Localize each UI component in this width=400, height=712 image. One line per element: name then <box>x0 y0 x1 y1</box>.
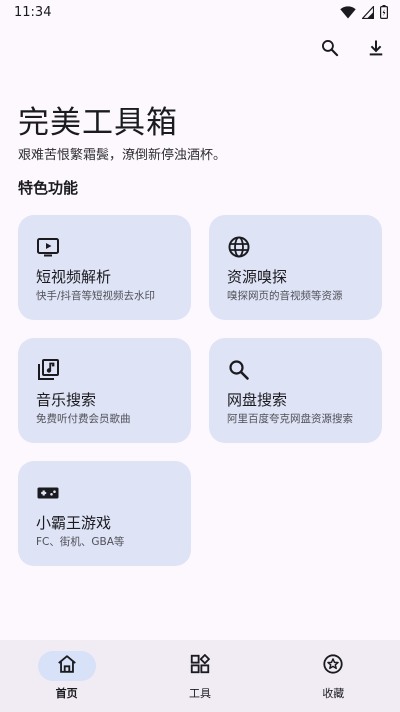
wifi-icon <box>340 5 356 19</box>
star-circle-icon <box>322 653 344 679</box>
search-button[interactable] <box>316 36 344 64</box>
card-desc: 免费听付费会员歌曲 <box>36 413 131 425</box>
card-desc: 阿里百度夸克网盘资源搜索 <box>227 413 353 425</box>
battery-icon <box>380 5 388 19</box>
nav-item-favorites[interactable]: 收藏 <box>267 640 400 712</box>
status-icons <box>340 5 388 19</box>
nav-item-tools[interactable]: 工具 <box>133 640 266 712</box>
nav-label-home: 首页 <box>55 687 78 700</box>
widgets-icon <box>189 653 211 679</box>
card-title: 小霸王游戏 <box>36 514 112 532</box>
music-library-icon <box>36 358 60 382</box>
card-music-search[interactable]: 音乐搜索 免费听付费会员歌曲 <box>18 338 191 443</box>
download-icon <box>366 38 386 62</box>
card-title: 资源嗅探 <box>227 268 288 286</box>
home-icon <box>56 653 78 679</box>
nav-label-favorites: 收藏 <box>322 687 345 700</box>
gamepad-icon <box>36 481 60 505</box>
app-bar <box>316 36 390 64</box>
card-desc: 嗅探网页的音视频等资源 <box>227 290 343 302</box>
globe-icon <box>227 235 251 259</box>
video-icon <box>36 235 60 259</box>
nav-item-home[interactable]: 首页 <box>0 640 133 712</box>
search-icon <box>320 38 340 62</box>
card-resource-sniff[interactable]: 资源嗅探 嗅探网页的音视频等资源 <box>209 215 382 320</box>
card-desc: FC、街机、GBA等 <box>36 536 125 548</box>
card-desc: 快手/抖音等短视频去水印 <box>36 290 156 302</box>
section-title: 特色功能 <box>18 179 79 197</box>
status-bar: 11:34 <box>0 0 400 24</box>
nav-active-indicator <box>37 651 96 681</box>
signal-icon <box>362 5 374 19</box>
status-time: 11:34 <box>14 4 52 20</box>
card-netdisk-search[interactable]: 网盘搜索 阿里百度夸克网盘资源搜索 <box>209 338 382 443</box>
card-title: 音乐搜索 <box>36 391 97 409</box>
card-game[interactable]: 小霸王游戏 FC、街机、GBA等 <box>18 461 191 566</box>
nav-label-tools: 工具 <box>188 687 211 700</box>
card-title: 网盘搜索 <box>227 391 288 409</box>
page-title: 完美工具箱 <box>18 105 178 141</box>
page-subtitle: 艰难苦恨繁霜鬓，潦倒新停浊酒杯。 <box>18 148 227 163</box>
download-button[interactable] <box>362 36 390 64</box>
card-short-video-parse[interactable]: 短视频解析 快手/抖音等短视频去水印 <box>18 215 191 320</box>
bottom-navigation: 首页 工具 收藏 <box>0 640 400 712</box>
search-icon <box>227 358 251 382</box>
card-title: 短视频解析 <box>36 268 112 286</box>
